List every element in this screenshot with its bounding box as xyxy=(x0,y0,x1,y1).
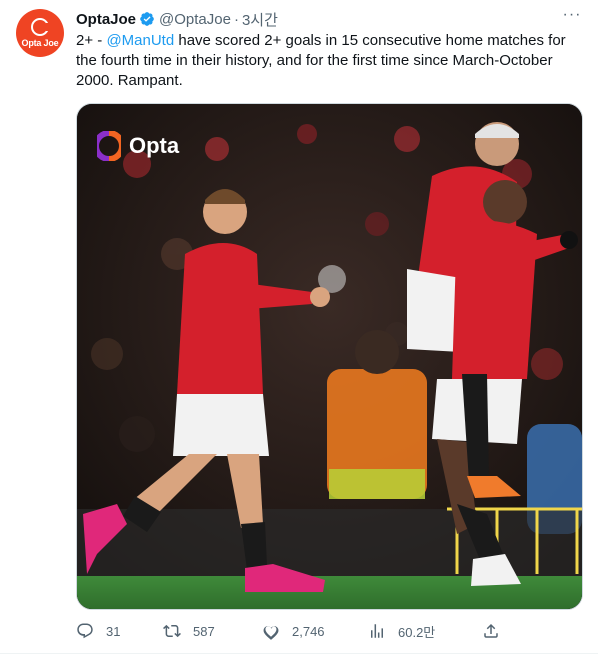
like-button[interactable]: 2,746 xyxy=(262,622,325,640)
reply-count: 31 xyxy=(106,623,121,639)
share-icon xyxy=(484,623,498,638)
separator: · xyxy=(233,10,239,28)
avatar[interactable]: Opta Joe xyxy=(16,9,64,57)
opta-logo-icon xyxy=(97,131,121,161)
opta-watermark: Opta xyxy=(97,131,179,161)
avatar-text: Opta Joe xyxy=(21,38,59,48)
tweet-text-start: 2+ - xyxy=(76,32,107,49)
retweet-button[interactable]: 587 xyxy=(163,622,215,640)
reply-icon xyxy=(77,623,93,639)
tweet-photo[interactable]: Opta xyxy=(76,103,583,610)
like-count: 2,746 xyxy=(292,623,325,639)
views-count: 60.2만 xyxy=(398,624,436,640)
handle[interactable]: @OptaJoe xyxy=(159,11,231,28)
views-button[interactable]: 60.2만 xyxy=(368,622,435,641)
tweet-actions: 31 587 2,746 60.2만 xyxy=(76,620,582,642)
heart-icon xyxy=(263,626,279,640)
more-icon[interactable]: ··· xyxy=(562,7,582,28)
tweet-text: 2+ - @ManUtd have scored 2+ goals in 15 … xyxy=(76,31,582,91)
retweet-icon xyxy=(163,624,181,638)
tweet-header: OptaJoe @OptaJoe · 3시간 xyxy=(76,9,278,29)
timestamp[interactable]: 3시간 xyxy=(242,9,278,30)
share-button[interactable] xyxy=(482,622,512,640)
mention-link[interactable]: @ManUtd xyxy=(106,32,174,49)
opta-watermark-text: Opta xyxy=(129,133,180,158)
opta-ring-icon xyxy=(31,18,50,36)
reply-button[interactable]: 31 xyxy=(76,622,120,640)
tweet[interactable]: Opta Joe OptaJoe @OptaJoe · 3시간 ··· 2+ -… xyxy=(0,0,598,654)
photo-illustration xyxy=(77,104,582,609)
verified-badge-icon xyxy=(140,12,154,26)
display-name[interactable]: OptaJoe xyxy=(76,11,136,28)
retweet-count: 587 xyxy=(193,623,215,639)
views-chart-icon xyxy=(371,624,383,638)
